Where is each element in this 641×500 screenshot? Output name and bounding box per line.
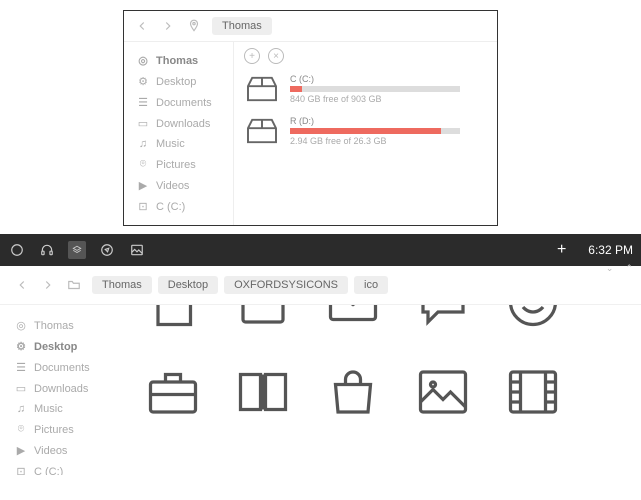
sidebar-item-label: Pictures (34, 424, 74, 436)
music-icon: ♫ (136, 138, 150, 150)
compass-icon[interactable] (98, 241, 116, 259)
sidebar-item-label: Thomas (156, 55, 198, 67)
breadcrumb-item[interactable]: ico (354, 276, 388, 294)
file-chat-icon[interactable] (410, 305, 476, 335)
minimize-button[interactable]: ⌄ (606, 263, 614, 274)
sidebar-item-label: C (C:) (34, 466, 63, 476)
file-image-icon[interactable] (410, 359, 476, 425)
sidebar-item-label: C (C:) (156, 201, 185, 213)
video-icon: ▶ (14, 444, 28, 457)
drive-name: C (C:) (290, 74, 487, 84)
sidebar-item-label: Desktop (34, 341, 77, 353)
sidebar-item-thomas[interactable]: ◎ Thomas (10, 315, 130, 336)
pin-icon: ◎ (136, 54, 150, 67)
file-film-icon[interactable] (500, 359, 566, 425)
sidebar-item-label: Music (34, 403, 63, 415)
sidebar-item-drive-c[interactable]: ⊡ C (C:) (132, 196, 233, 217)
back-button[interactable] (134, 18, 150, 34)
pin-icon (186, 18, 202, 34)
folder-icon (66, 277, 82, 293)
drive-usage-bar (290, 86, 460, 92)
layers-icon[interactable] (68, 241, 86, 259)
sidebar-item-videos[interactable]: ▶ Videos (10, 440, 130, 461)
forward-button[interactable] (40, 277, 56, 293)
sidebar-item-videos[interactable]: ▶ Videos (132, 175, 233, 196)
gear-icon: ⚙ (136, 75, 150, 88)
file-manager-window-1: Thomas ◎ Thomas ⚙ Desktop ☰ Documents ▭ Down… (123, 10, 498, 226)
sidebar-item-label: Thomas (34, 320, 74, 332)
camera-icon: ⌾ (14, 423, 28, 436)
sidebar-item-documents[interactable]: ☰ Documents (10, 357, 130, 378)
drive-icon (244, 116, 280, 146)
drive-icon: ⊡ (14, 465, 28, 475)
close-button[interactable]: × (268, 48, 284, 64)
icon-grid (130, 305, 641, 475)
file-bag-icon[interactable] (320, 359, 386, 425)
breadcrumb-item[interactable]: OXFORDSYSICONS (224, 276, 348, 294)
image-icon[interactable] (128, 241, 146, 259)
back-button[interactable] (14, 277, 30, 293)
sidebar: ◎ Thomas ⚙ Desktop ☰ Documents ▭ Downloads ♫… (124, 42, 234, 225)
clock: 6:32 PM (588, 243, 633, 257)
plus-button[interactable]: + (557, 241, 566, 259)
stack-icon: ☰ (14, 361, 28, 374)
sidebar-item-downloads[interactable]: ▭ Downloads (10, 378, 130, 399)
file-square-icon[interactable] (230, 305, 296, 335)
drive-r[interactable]: R (D:) 2.94 GB free of 26.3 GB (244, 116, 487, 146)
forward-button[interactable] (160, 18, 176, 34)
folder-icon: ▭ (14, 382, 28, 395)
camera-icon: ⌾ (136, 158, 150, 171)
stack-icon: ☰ (136, 96, 150, 109)
sidebar-item-label: Desktop (156, 76, 196, 88)
drive-free-text: 2.94 GB free of 26.3 GB (290, 136, 487, 146)
headphones-icon[interactable] (38, 241, 56, 259)
music-icon: ♫ (14, 403, 28, 415)
toolbar: Thomas (124, 11, 497, 42)
drive-icon (244, 74, 280, 104)
sidebar-item-label: Documents (156, 97, 212, 109)
breadcrumb-item[interactable]: Thomas (92, 276, 152, 294)
file-briefcase-icon[interactable] (140, 359, 206, 425)
breadcrumb-item[interactable]: Thomas (212, 17, 272, 35)
sidebar-item-label: Music (156, 138, 185, 150)
breadcrumb-item[interactable]: Desktop (158, 276, 218, 294)
pin-icon: ◎ (14, 319, 28, 332)
drive-free-text: 840 GB free of 903 GB (290, 94, 487, 104)
drive-usage-bar (290, 128, 460, 134)
file-book-icon[interactable] (230, 359, 296, 425)
sidebar-item-label: Downloads (34, 383, 88, 395)
folder-icon: ▭ (136, 117, 150, 130)
add-button[interactable]: + (244, 48, 260, 64)
sidebar-item-label: Videos (34, 445, 67, 457)
sidebar-item-desktop[interactable]: ⚙ Desktop (10, 336, 130, 357)
toolbar: Thomas Desktop OXFORDSYSICONS ico ⌄ ⌃ (0, 266, 641, 305)
maximize-button[interactable]: ⌃ (625, 263, 633, 274)
sidebar-item-music[interactable]: ♫ Music (10, 399, 130, 419)
sidebar-item-pictures[interactable]: ⌾ Pictures (10, 419, 130, 440)
sidebar-item-music[interactable]: ♫ Music (132, 134, 233, 154)
sidebar-item-pictures[interactable]: ⌾ Pictures (132, 154, 233, 175)
circle-icon[interactable] (8, 241, 26, 259)
video-icon: ▶ (136, 179, 150, 192)
taskbar: + 6:32 PM (0, 234, 641, 266)
gear-icon: ⚙ (14, 340, 28, 353)
sidebar-item-label: Documents (34, 362, 90, 374)
drive-name: R (D:) (290, 116, 487, 126)
sidebar-item-label: Downloads (156, 118, 210, 130)
sidebar-item-downloads[interactable]: ▭ Downloads (132, 113, 233, 134)
file-doc-icon[interactable] (140, 305, 206, 335)
main-pane: + × C (C:) 840 GB free of 903 GB R (D:) … (234, 42, 497, 225)
sidebar-item-label: Videos (156, 180, 189, 192)
drive-icon: ⊡ (136, 200, 150, 213)
file-mail-icon[interactable] (320, 305, 386, 335)
sidebar-item-thomas[interactable]: ◎ Thomas (132, 50, 233, 71)
file-manager-window-2: + 6:32 PM Thomas Desktop OXFORDSYSICONS … (0, 234, 641, 475)
sidebar-item-drive-c[interactable]: ⊡ C (C:) (10, 461, 130, 475)
sidebar: ◎ Thomas ⚙ Desktop ☰ Documents ▭ Downloads ♫… (0, 305, 130, 475)
drive-c[interactable]: C (C:) 840 GB free of 903 GB (244, 74, 487, 104)
sidebar-item-documents[interactable]: ☰ Documents (132, 92, 233, 113)
file-smile-icon[interactable] (500, 305, 566, 335)
sidebar-item-label: Pictures (156, 159, 196, 171)
sidebar-item-desktop[interactable]: ⚙ Desktop (132, 71, 233, 92)
